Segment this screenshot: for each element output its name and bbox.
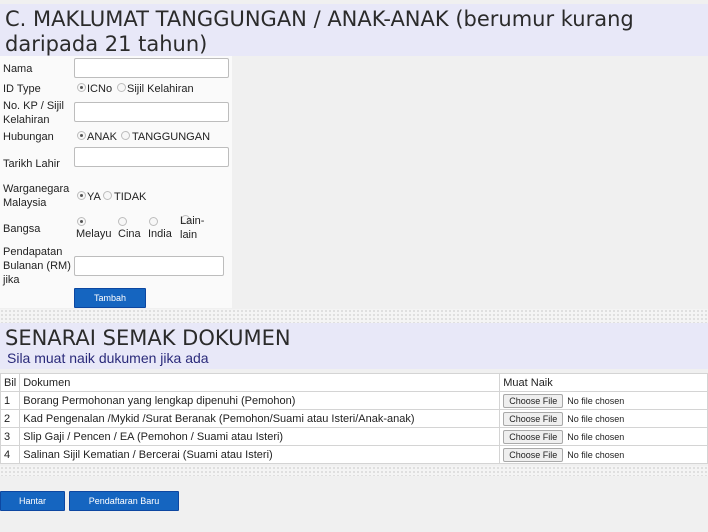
dependant-form: Nama ID Type ICNo Sijil Kelahiran No. KP… (0, 56, 232, 308)
bangsa-melayu-radio[interactable] (77, 217, 86, 226)
row-dokumen: Slip Gaji / Pencen / EA (Pemohon / Suami… (19, 427, 501, 446)
senarai-header: SENARAI SEMAK DOKUMEN Sila muat naik duk… (0, 323, 708, 369)
bangsa-lain-label: Lain-lain (180, 215, 205, 241)
table-row: 1 Borang Permohonan yang lengkap dipenuh… (0, 391, 708, 410)
divider (0, 309, 708, 323)
row-dokumen: Salinan Sijil Kematian / Bercerai (Suami… (19, 445, 501, 464)
hubungan-anak-radio[interactable] (77, 131, 86, 140)
table-header-row: Bil Dokumen Muat Naik (0, 373, 708, 392)
bangsa-label: Bangsa (3, 223, 41, 235)
no-kp-label: No. KP / Sijil Kelahiran (3, 100, 64, 126)
no-file-text: No file chosen (567, 431, 625, 442)
hubungan-anak-label: ANAK (87, 131, 117, 143)
header-muat-naik: Muat Naik (499, 373, 708, 392)
choose-file-button[interactable]: Choose File (503, 393, 564, 408)
row-upload: Choose File No file chosen (499, 391, 708, 410)
warganegara-tidak-label: TIDAK (114, 191, 147, 203)
hubungan-tanggungan-label: TANGGUNGAN (132, 131, 211, 143)
nama-label: Nama (3, 63, 33, 75)
id-type-icno-label: ICNo (87, 83, 113, 95)
tambah-button[interactable]: Tambah (74, 288, 146, 308)
bangsa-india-radio[interactable] (149, 217, 158, 226)
hubungan-label: Hubungan (3, 131, 54, 143)
hantar-button[interactable]: Hantar (0, 491, 65, 511)
row-bil: 2 (0, 409, 21, 428)
row-upload: Choose File No file chosen (499, 427, 708, 446)
no-file-text: No file chosen (567, 449, 625, 460)
id-type-label: ID Type (3, 83, 41, 95)
row-bil: 1 (0, 391, 21, 410)
id-type-sijil-label: Sijil Kelahiran (127, 83, 194, 95)
senarai-title: SENARAI SEMAK DOKUMEN (5, 326, 291, 350)
senarai-subtitle: Sila muat naik dukumen jika ada (7, 350, 209, 366)
warganegara-ya-label: YA (87, 191, 101, 203)
bangsa-melayu-label: Melayu (76, 228, 112, 240)
row-bil: 3 (0, 427, 21, 446)
bangsa-cina-label: Cina (118, 228, 141, 240)
section-c-title: C. MAKLUMAT TANGGUNGAN / ANAK-ANAK (beru… (5, 7, 634, 56)
table-row: 4 Salinan Sijil Kematian / Bercerai (Sua… (0, 445, 708, 464)
section-c-header: C. MAKLUMAT TANGGUNGAN / ANAK-ANAK (beru… (0, 4, 708, 56)
hubungan-tanggungan-radio[interactable] (121, 131, 130, 140)
row-dokumen: Kad Pengenalan /Mykid /Surat Beranak (Pe… (19, 409, 501, 428)
bangsa-cina-radio[interactable] (118, 217, 127, 226)
nama-input[interactable] (74, 58, 229, 78)
id-type-sijil-radio[interactable] (117, 83, 126, 92)
warganegara-ya-radio[interactable] (77, 191, 86, 200)
header-bil: Bil (0, 373, 21, 392)
document-table: Bil Dokumen Muat Naik 1 Borang Permohona… (0, 373, 708, 464)
choose-file-button[interactable]: Choose File (503, 429, 564, 444)
row-upload: Choose File No file chosen (499, 445, 708, 464)
id-type-icno-radio[interactable] (77, 83, 86, 92)
table-row: 2 Kad Pengenalan /Mykid /Surat Beranak (… (0, 409, 708, 428)
tarikh-lahir-input[interactable] (74, 147, 229, 167)
pendapatan-label: Pendapatan Bulanan (RM) jika (3, 246, 71, 286)
choose-file-button[interactable]: Choose File (503, 411, 564, 426)
pendapatan-input[interactable] (74, 256, 224, 276)
table-row: 3 Slip Gaji / Pencen / EA (Pemohon / Sua… (0, 427, 708, 446)
bangsa-india-label: India (148, 228, 172, 240)
divider (0, 466, 708, 476)
pendaftaran-baru-button[interactable]: Pendaftaran Baru (69, 491, 179, 511)
no-file-text: No file chosen (567, 395, 625, 406)
row-dokumen: Borang Permohonan yang lengkap dipenuhi … (19, 391, 501, 410)
no-file-text: No file chosen (567, 413, 625, 424)
warganegara-tidak-radio[interactable] (103, 191, 112, 200)
header-dokumen: Dokumen (19, 373, 501, 392)
row-upload: Choose File No file chosen (499, 409, 708, 428)
no-kp-input[interactable] (74, 102, 229, 122)
row-bil: 4 (0, 445, 21, 464)
choose-file-button[interactable]: Choose File (503, 447, 564, 462)
tarikh-lahir-label: Tarikh Lahir (3, 158, 60, 170)
warganegara-label: Warganegara Malaysia (3, 183, 70, 209)
